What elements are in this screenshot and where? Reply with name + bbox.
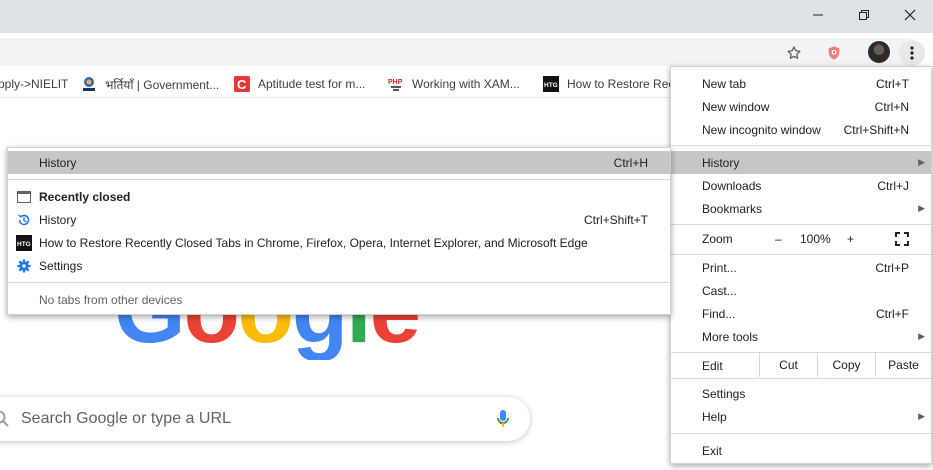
minimize-icon [813, 14, 823, 16]
submenu-item-history-page[interactable]: History Ctrl+Shift+T [8, 208, 670, 231]
gear-icon [16, 258, 32, 274]
menu-item-more-tools[interactable]: More tools ▶ [671, 325, 931, 348]
menu-item-downloads[interactable]: Downloads Ctrl+J [671, 174, 931, 197]
history-clock-icon [16, 212, 32, 228]
submenu-item-closed-tab[interactable]: HTG How to Restore Recently Closed Tabs … [8, 231, 670, 254]
cut-button[interactable]: Cut [759, 353, 817, 377]
submenu-arrow-icon: ▶ [918, 331, 925, 341]
menu-edit-row: Edit Cut Copy Paste [671, 353, 931, 377]
menu-item-help[interactable]: Help ▶ [671, 405, 931, 428]
profile-avatar[interactable] [868, 41, 890, 63]
bookmark-label: How to Restore Rec [567, 77, 675, 91]
svg-text:HTG: HTG [544, 82, 558, 89]
fullscreen-icon[interactable] [895, 232, 909, 249]
c-favicon: C [234, 76, 250, 92]
bookmark-item[interactable]: भर्तियाँ | Government... [81, 71, 219, 97]
submenu-arrow-icon: ▶ [918, 157, 925, 167]
menu-item-cast[interactable]: Cast... [671, 279, 931, 302]
bookmark-label: Working with XAM... [412, 77, 520, 91]
microphone-icon[interactable] [496, 409, 510, 432]
submenu-item-settings[interactable]: Settings [8, 254, 670, 277]
restore-icon [859, 10, 869, 20]
bookmark-label: pply->NIELIT [0, 77, 69, 91]
menu-item-settings[interactable]: Settings [671, 382, 931, 405]
bookmark-item[interactable]: PHP Working with XAM... [388, 71, 520, 97]
menu-item-exit[interactable]: Exit [671, 439, 931, 462]
bookmark-label: भर्तियाँ | Government... [105, 77, 220, 92]
htg-favicon: HTG [16, 234, 32, 251]
menu-separator [671, 254, 931, 255]
svg-text:HTG: HTG [17, 241, 31, 248]
menu-separator [671, 378, 931, 379]
zoom-level: 100% [800, 232, 831, 246]
nielit-favicon [81, 76, 97, 92]
bookmark-item[interactable]: pply->NIELIT [0, 71, 68, 97]
menu-separator [671, 224, 931, 225]
htg-favicon: HTG [543, 76, 559, 92]
menu-item-new-tab[interactable]: New tab Ctrl+T [671, 72, 931, 95]
close-window-button[interactable] [887, 0, 933, 30]
search-placeholder[interactable]: Search Google or type a URL [21, 397, 231, 441]
history-submenu: History Ctrl+H Recently closed History C… [7, 147, 671, 315]
minimize-button[interactable] [795, 0, 841, 30]
title-bar [0, 0, 933, 33]
kebab-menu-icon[interactable] [899, 40, 925, 66]
bookmark-label: Aptitude test for m... [258, 77, 366, 91]
menu-item-new-incognito[interactable]: New incognito window Ctrl+Shift+N [671, 118, 931, 141]
menu-item-bookmarks[interactable]: Bookmarks ▶ [671, 197, 931, 220]
svg-text:C: C [237, 77, 247, 92]
zoom-out-button[interactable]: – [775, 232, 782, 246]
bookmark-item[interactable]: HTG How to Restore Rec [543, 71, 674, 97]
search-box[interactable]: Search Google or type a URL [0, 397, 530, 441]
chrome-main-menu: New tab Ctrl+T New window Ctrl+N New inc… [670, 66, 932, 464]
submenu-item-history[interactable]: History Ctrl+H [8, 151, 670, 174]
svg-text:PHP: PHP [388, 79, 403, 86]
menu-item-zoom: Zoom – 100% + [671, 227, 931, 251]
paste-button[interactable]: Paste [875, 353, 931, 377]
menu-item-find[interactable]: Find... Ctrl+F [671, 302, 931, 325]
php-favicon: PHP [388, 76, 404, 92]
submenu-arrow-icon: ▶ [918, 203, 925, 213]
window-icon [16, 189, 32, 205]
edit-label: Edit [702, 359, 723, 373]
submenu-separator [8, 282, 670, 283]
shield-extension-icon[interactable] [824, 43, 844, 63]
submenu-item-no-tabs: No tabs from other devices [39, 292, 183, 307]
submenu-separator [8, 179, 670, 180]
restore-button[interactable] [841, 0, 887, 30]
submenu-item-recently-closed: Recently closed [8, 185, 670, 208]
menu-separator [671, 433, 931, 434]
search-icon [0, 410, 10, 431]
bookmark-item[interactable]: C Aptitude test for m... [234, 71, 365, 97]
close-icon [904, 9, 916, 21]
zoom-in-button[interactable]: + [847, 232, 854, 246]
menu-item-new-window[interactable]: New window Ctrl+N [671, 95, 931, 118]
menu-item-print[interactable]: Print... Ctrl+P [671, 256, 931, 279]
submenu-arrow-icon: ▶ [918, 411, 925, 421]
menu-item-history[interactable]: History ▶ [671, 151, 931, 174]
address-bar[interactable] [0, 38, 920, 66]
star-icon[interactable] [784, 43, 804, 63]
copy-button[interactable]: Copy [817, 353, 875, 377]
menu-separator [671, 145, 931, 146]
